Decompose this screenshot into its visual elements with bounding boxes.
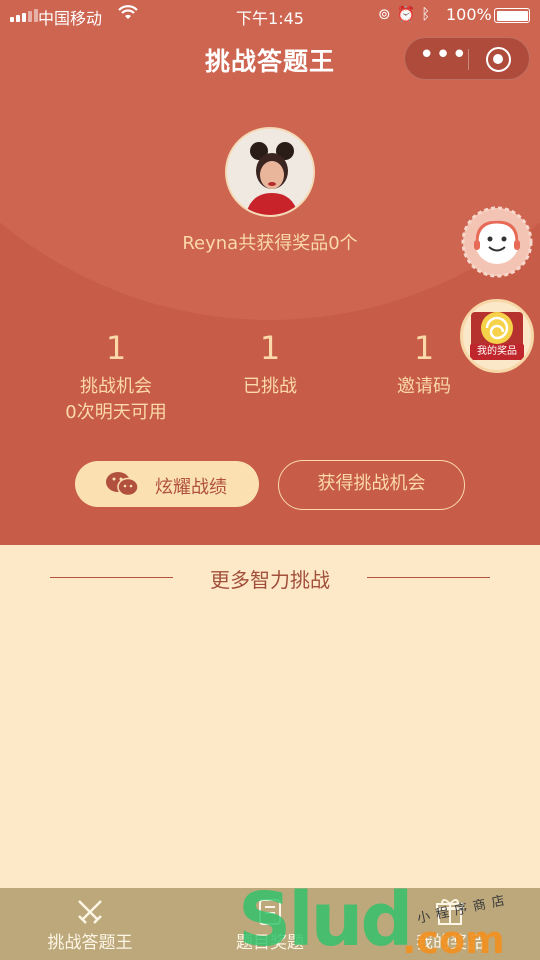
- support-face-icon: [461, 206, 533, 278]
- stat-sublabel: 0次明天可用: [65, 402, 167, 423]
- crossed-swords-icon: [74, 896, 106, 928]
- stat-value: 1: [105, 329, 127, 367]
- stat-label: 邀请码: [397, 376, 451, 397]
- alarm-icon: ⏰: [396, 5, 422, 23]
- customer-service-button[interactable]: [461, 206, 533, 278]
- share-results-button[interactable]: 炫耀战绩: [75, 461, 259, 507]
- stat-value: 1: [413, 329, 435, 367]
- divider-right: [367, 577, 490, 578]
- stat-label: 已挑战: [243, 376, 297, 397]
- prize-summary: Reyna共获得奖品0个: [182, 233, 358, 254]
- stat-challenge-chances: 1 挑战机会 0次明天可用: [41, 328, 191, 426]
- header-panel: [0, 0, 540, 545]
- stat-value: 1: [259, 329, 281, 367]
- more-challenges-title: 更多智力挑战: [210, 568, 330, 592]
- status-icons: ⊚⏰ᛒ: [378, 5, 436, 23]
- tab-questions[interactable]: 题目奖题: [180, 888, 360, 960]
- tab-label: 我的奖品: [416, 933, 484, 953]
- tab-label: 挑战答题王: [47, 933, 133, 953]
- tab-challenge-king[interactable]: 挑战答题王: [0, 888, 180, 960]
- close-mini-program-button[interactable]: [486, 47, 511, 72]
- mini-program-capsule: •••: [404, 37, 530, 80]
- share-results-label: 炫耀战绩: [155, 477, 227, 498]
- tab-my-prizes[interactable]: 我的奖品: [360, 888, 540, 960]
- stat-challenged: 1 已挑战: [195, 328, 345, 400]
- capsule-divider: [468, 49, 469, 70]
- status-bar: 中国移动 下午1:45 ⊚⏰ᛒ 100%: [0, 0, 540, 30]
- orientation-lock-icon: ⊚: [378, 5, 397, 23]
- battery-percent: 100%: [446, 5, 492, 24]
- more-menu-button[interactable]: •••: [419, 40, 467, 70]
- question-icon: [254, 896, 286, 928]
- close-target-icon: [493, 54, 503, 64]
- tab-bar: 挑战答题王 题目奖题 我的奖品: [0, 888, 540, 960]
- bluetooth-icon: ᛒ: [421, 5, 437, 23]
- avatar[interactable]: [225, 127, 315, 217]
- wechat-icon: [105, 471, 139, 502]
- stat-label: 挑战机会: [80, 376, 152, 397]
- gift-icon: [434, 896, 466, 928]
- more-challenges-header: 更多智力挑战: [0, 562, 540, 592]
- battery-icon: [494, 8, 530, 23]
- stat-invite-code[interactable]: 1 邀请码: [349, 328, 499, 400]
- get-chance-button[interactable]: 获得挑战机会: [278, 460, 465, 510]
- tab-label: 题目奖题: [236, 933, 304, 953]
